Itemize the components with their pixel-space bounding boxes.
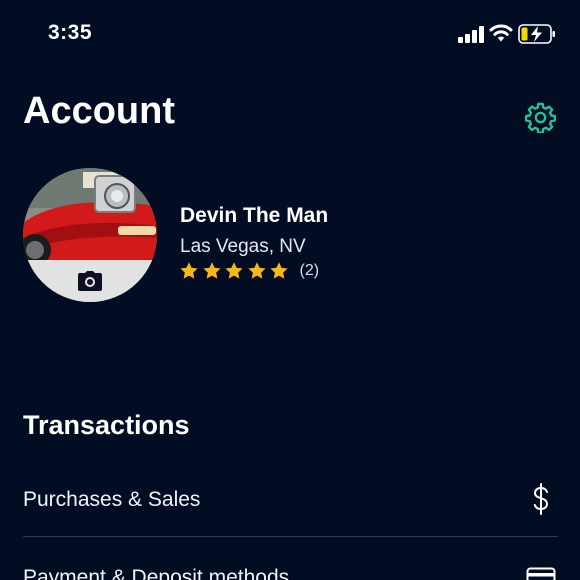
payment-deposit-methods-item[interactable]: Payment & Deposit methods xyxy=(23,538,558,580)
section-title-transactions: Transactions xyxy=(23,410,190,440)
credit-card-icon xyxy=(526,567,556,580)
star-icon xyxy=(270,262,288,279)
status-bar: 3:35 xyxy=(0,0,580,70)
wifi-icon xyxy=(489,24,513,42)
account-screen: 3:35 Account Devin The Man Las Vegas, NV… xyxy=(0,0,580,580)
profile-name: Devin The Man xyxy=(180,204,329,227)
star-icon xyxy=(247,262,266,279)
star-icon xyxy=(202,262,221,279)
signal-icon xyxy=(458,25,486,43)
profile-location: Las Vegas, NV xyxy=(180,236,306,257)
gear-icon[interactable] xyxy=(525,102,556,133)
star-icon xyxy=(180,262,198,279)
battery-charging-icon xyxy=(518,24,555,44)
page-title: Account xyxy=(23,90,175,132)
purchases-sales-item[interactable]: Purchases & Sales xyxy=(23,475,558,537)
dollar-icon xyxy=(533,483,549,515)
rating[interactable]: (2) xyxy=(179,261,319,281)
review-count: (2) xyxy=(299,262,320,279)
row-label: Purchases & Sales xyxy=(23,488,201,511)
star-icon xyxy=(225,262,243,279)
status-time: 3:35 xyxy=(48,21,93,44)
row-label: Payment & Deposit methods xyxy=(23,566,290,580)
camera-icon[interactable] xyxy=(77,270,103,292)
